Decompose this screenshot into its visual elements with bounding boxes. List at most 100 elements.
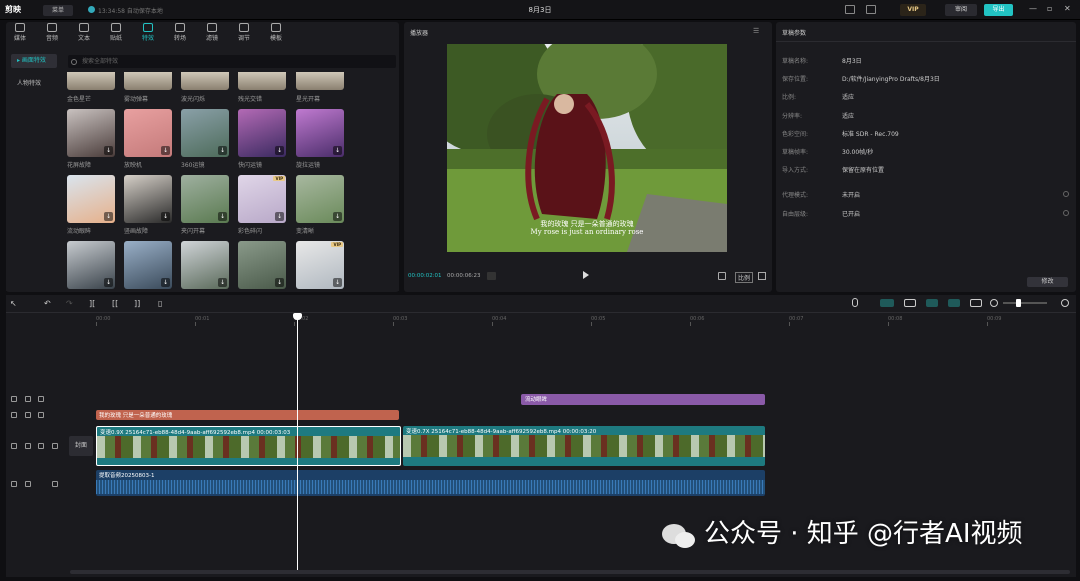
download-icon[interactable]: ↓ [333, 146, 342, 155]
tab-audio[interactable]: 音频 [40, 22, 64, 42]
download-icon[interactable]: ↓ [275, 278, 284, 287]
delete-icon[interactable]: ▯ [158, 299, 162, 308]
video-clip[interactable]: 变速0.9X 25164c71-eb88-48d4-9aab-aff692592… [96, 426, 401, 466]
split-icon[interactable]: ][ [89, 299, 95, 308]
info-icon[interactable] [1063, 210, 1069, 216]
play-button[interactable] [583, 271, 589, 279]
effects-search-input[interactable]: 搜索全部特效 [68, 55, 396, 68]
layout-icon[interactable] [866, 5, 876, 14]
export-button[interactable]: 导出 [984, 4, 1013, 16]
lock-icon[interactable] [25, 396, 31, 402]
download-icon[interactable]: ↓ [104, 278, 113, 287]
ratio-button[interactable]: 比例 [735, 272, 754, 283]
close-icon[interactable]: ✕ [1064, 4, 1071, 13]
tab-transition[interactable]: 转场 [168, 22, 192, 42]
fit-timeline-icon[interactable] [970, 299, 982, 307]
tab-media[interactable]: 媒体 [8, 22, 32, 42]
download-icon[interactable]: ↓ [104, 212, 113, 221]
playhead-handle[interactable] [293, 313, 302, 320]
download-icon[interactable]: ↓ [161, 278, 170, 287]
zoom-slider[interactable] [1003, 302, 1047, 304]
mute-icon[interactable] [52, 481, 58, 487]
download-icon[interactable]: ↓ [275, 146, 284, 155]
mute-icon[interactable] [52, 443, 58, 449]
effect-tile[interactable]: ↓ [238, 109, 286, 157]
nav-item[interactable]: 人物特效 [11, 77, 57, 91]
effect-tile[interactable]: ↓ [296, 109, 344, 157]
maximize-icon[interactable]: ▫ [1047, 4, 1052, 13]
download-icon[interactable]: ↓ [333, 212, 342, 221]
lock-icon[interactable] [25, 481, 31, 487]
keyboard-icon[interactable] [845, 5, 855, 14]
effect-tile[interactable] [124, 72, 172, 90]
minimize-icon[interactable]: — [1029, 4, 1037, 13]
effect-tile[interactable]: ↓ [67, 241, 115, 289]
effect-tile[interactable]: ↓ [181, 241, 229, 289]
effect-tile[interactable]: ↓ VIP [296, 241, 344, 289]
timeline-scrollbar[interactable] [70, 570, 1070, 574]
nav-item[interactable]: ▸ 画面特效 [11, 54, 57, 68]
tab-effects[interactable]: 特效 [136, 22, 160, 42]
zoom-out-icon[interactable] [990, 299, 998, 307]
zoom-slider-handle[interactable] [1016, 299, 1021, 307]
effect-tile[interactable]: ↓ VIP [238, 175, 286, 223]
eye-icon[interactable] [38, 412, 44, 418]
trim-right-icon[interactable]: ]] [134, 299, 140, 308]
effect-tile[interactable]: ↓ [181, 175, 229, 223]
vip-badge[interactable]: VIP [900, 4, 926, 16]
eye-icon[interactable] [38, 443, 44, 449]
effect-tile[interactable] [296, 72, 344, 90]
lock-icon[interactable] [25, 412, 31, 418]
download-icon[interactable]: ↓ [275, 212, 284, 221]
tab-text[interactable]: 文本 [72, 22, 96, 42]
linkage-icon[interactable] [926, 299, 938, 307]
effect-tile[interactable]: ↓ [124, 241, 172, 289]
effect-tile[interactable]: ↓ [67, 175, 115, 223]
effect-tile[interactable] [238, 72, 286, 90]
playhead[interactable] [297, 316, 298, 570]
microphone-icon[interactable] [852, 298, 858, 307]
timeline-view-icon[interactable] [487, 272, 496, 280]
video-clip[interactable]: 变速0.7X 25164c71-eb88-48d4-9aab-aff692592… [403, 426, 765, 466]
effect-tile[interactable]: ↓ [181, 109, 229, 157]
trim-left-icon[interactable]: [[ [112, 299, 118, 308]
text-clip[interactable]: 我的玫瑰 只是一朵普通的玫瑰 [96, 410, 399, 420]
effect-tile[interactable]: ↓ [296, 175, 344, 223]
fullscreen-icon[interactable] [758, 272, 766, 280]
effect-tile[interactable]: ↓ [67, 109, 115, 157]
effect-tile[interactable] [67, 72, 115, 90]
modify-button[interactable]: 修改 [1027, 277, 1068, 287]
download-icon[interactable]: ↓ [218, 146, 227, 155]
download-icon[interactable]: ↓ [218, 278, 227, 287]
eye-icon[interactable] [38, 396, 44, 402]
tab-filter[interactable]: 滤镜 [200, 22, 224, 42]
audio-clip[interactable]: 提取音频20250803-1 [96, 470, 765, 496]
download-icon[interactable]: ↓ [333, 278, 342, 287]
main-track-magnet-icon[interactable] [880, 299, 894, 307]
effect-tile[interactable]: ↓ [124, 109, 172, 157]
menu-button[interactable]: 菜单 [43, 5, 73, 16]
effect-clip[interactable]: 流动眼眸 [521, 394, 765, 405]
effect-tile[interactable]: ↓ [238, 241, 286, 289]
download-icon[interactable]: ↓ [104, 146, 113, 155]
undo-icon[interactable]: ↶ [44, 299, 51, 308]
effect-tile[interactable] [181, 72, 229, 90]
download-icon[interactable]: ↓ [161, 212, 170, 221]
tab-adjust[interactable]: 调节 [232, 22, 256, 42]
player-menu-icon[interactable]: ☰ [753, 27, 759, 35]
zoom-in-icon[interactable] [1061, 299, 1069, 307]
preview-axis-icon[interactable] [948, 299, 960, 307]
tab-template[interactable]: 模板 [264, 22, 288, 42]
select-tool-icon[interactable]: ↖ [10, 299, 17, 308]
cover-button[interactable]: 封面 [69, 436, 93, 456]
lock-icon[interactable] [25, 443, 31, 449]
download-icon[interactable]: ↓ [218, 212, 227, 221]
review-button[interactable]: 审阅 [945, 4, 977, 16]
snapshot-icon[interactable] [718, 272, 726, 280]
auto-snap-icon[interactable] [904, 299, 916, 307]
redo-icon[interactable]: ↷ [66, 299, 73, 308]
download-icon[interactable]: ↓ [161, 146, 170, 155]
info-icon[interactable] [1063, 191, 1069, 197]
effect-tile[interactable]: ↓ [124, 175, 172, 223]
tab-sticker[interactable]: 贴纸 [104, 22, 128, 42]
